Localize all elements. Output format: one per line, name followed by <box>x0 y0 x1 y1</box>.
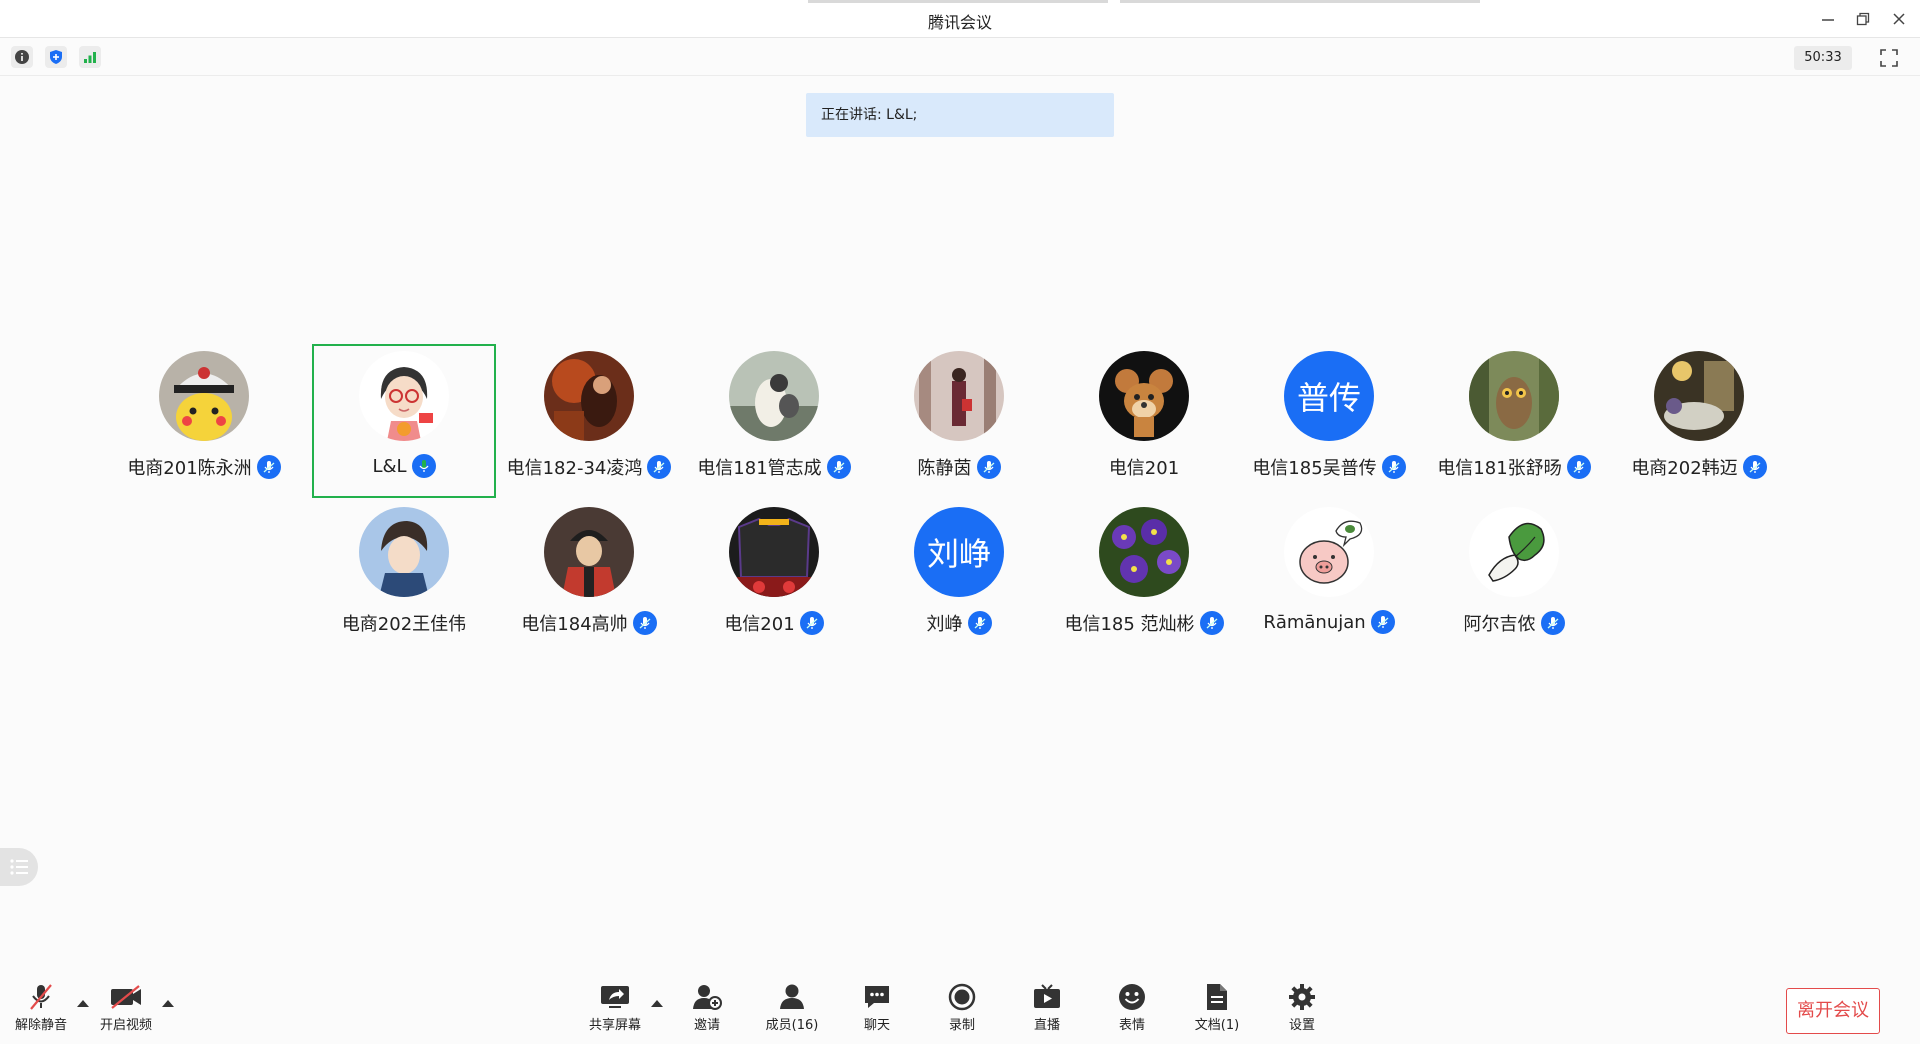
participant-tile[interactable]: 电商202韩迈 <box>1607 344 1791 498</box>
initials-avatar: 普传 <box>1284 351 1374 441</box>
mic-icon <box>1742 455 1767 479</box>
mic-speaking-icon <box>411 454 436 478</box>
participant-tile[interactable]: 阿尔吉侬 <box>1422 500 1606 654</box>
photo-avatar <box>729 351 819 441</box>
members-icon <box>775 982 809 1012</box>
security-shield-icon[interactable] <box>45 46 67 68</box>
owl-avatar <box>1469 351 1559 441</box>
initials-avatar: 刘峥 <box>914 507 1004 597</box>
participant-name: 电信185吴普传 <box>1252 458 1377 479</box>
members-button[interactable]: 成员(16) <box>757 982 827 1038</box>
mic-icon <box>967 611 992 635</box>
share-options-caret[interactable] <box>651 1000 663 1007</box>
title-shadow <box>808 0 1108 3</box>
start-video-label: 开启视频 <box>99 1018 152 1033</box>
participant-tile[interactable]: 电商201陈永洲 <box>112 344 296 498</box>
meeting-info-icon[interactable] <box>11 46 33 68</box>
participant-name: 电信185 范灿彬 <box>1064 614 1195 635</box>
participant-name: 电信181张舒旸 <box>1437 458 1562 479</box>
share-screen-button[interactable]: 共享屏幕 <box>580 982 650 1038</box>
invite-label: 邀请 <box>693 1018 720 1033</box>
minimize-button[interactable] <box>1816 8 1840 30</box>
settings-button[interactable]: 设置 <box>1267 982 1337 1038</box>
participant-name-row: 电商202韩迈 <box>1567 454 1831 480</box>
fullscreen-icon[interactable] <box>1878 47 1900 69</box>
participant-name: 电商201陈永洲 <box>127 458 252 479</box>
participant-name: 阿尔吉侬 <box>1463 614 1536 635</box>
audio-options-caret[interactable] <box>77 1000 89 1007</box>
start-video-button[interactable]: 开启视频 <box>91 982 161 1038</box>
jersey-avatar <box>729 507 819 597</box>
participant-name: 电信201 <box>1108 458 1180 479</box>
photo-avatar <box>914 351 1004 441</box>
leave-meeting-button[interactable]: 离开会议 <box>1786 988 1880 1034</box>
network-signal-icon[interactable] <box>79 46 101 68</box>
pig-avatar <box>1284 507 1374 597</box>
mic-icon <box>976 455 1001 479</box>
photo-avatar <box>544 351 634 441</box>
gear-icon <box>1285 982 1319 1012</box>
title-shadow-right <box>1120 0 1480 3</box>
invite-button[interactable]: 邀请 <box>672 982 742 1038</box>
live-tv-icon <box>1030 982 1064 1012</box>
share-screen-label: 共享屏幕 <box>588 1018 641 1033</box>
window-title: 腾讯会议 <box>927 13 992 32</box>
add-user-icon <box>690 982 724 1012</box>
record-button[interactable]: 录制 <box>927 982 997 1038</box>
participant-name: L&L <box>372 455 407 477</box>
docs-button[interactable]: 文档(1) <box>1182 982 1252 1038</box>
video-off-icon <box>109 982 143 1012</box>
live-button[interactable]: 直播 <box>1012 982 1082 1038</box>
flowers-avatar <box>1099 507 1189 597</box>
title-bar: 腾讯会议 <box>0 0 1920 38</box>
chat-icon <box>860 982 894 1012</box>
reactions-label: 表情 <box>1118 1018 1145 1033</box>
photo-avatar <box>1654 351 1744 441</box>
live-label: 直播 <box>1033 1018 1060 1033</box>
bottom-toolbar: 解除静音 开启视频 共享屏幕 邀请 成员(16) 聊天 录制 直播 表情 文档(… <box>0 972 1920 1044</box>
smiley-icon <box>1115 982 1149 1012</box>
jerry-avatar <box>1099 351 1189 441</box>
participant-name: 电信181管志成 <box>697 458 822 479</box>
members-label: 成员(16) <box>765 1018 819 1033</box>
mic-muted-icon <box>24 982 58 1012</box>
settings-label: 设置 <box>1288 1018 1315 1033</box>
close-button[interactable] <box>1887 8 1911 30</box>
mic-icon <box>1540 611 1565 635</box>
participant-name: 电商202韩迈 <box>1631 458 1738 479</box>
record-icon <box>945 982 979 1012</box>
participant-name: 电信182-34凌鸿 <box>506 458 643 479</box>
participant-name: 电商202王佳伟 <box>341 614 467 635</box>
chat-label: 聊天 <box>863 1018 890 1033</box>
info-bar: 50:33 <box>0 38 1920 76</box>
cabbage-avatar <box>1469 507 1559 597</box>
participant-name: Rāmānujan <box>1263 611 1366 633</box>
unmute-label: 解除静音 <box>14 1018 67 1033</box>
participant-name-row: 阿尔吉侬 <box>1382 610 1646 636</box>
list-icon <box>10 859 28 875</box>
docs-label: 文档(1) <box>1194 1018 1240 1033</box>
pikachu-avatar <box>159 351 249 441</box>
restore-button[interactable] <box>1851 8 1875 30</box>
meeting-timer: 50:33 <box>1794 46 1852 70</box>
list-toggle-button[interactable] <box>0 848 38 886</box>
participant-name: 电信184高帅 <box>521 614 628 635</box>
share-screen-icon <box>598 982 632 1012</box>
participant-name: 陈静茵 <box>917 458 972 479</box>
participant-name: 电信201 <box>724 614 795 635</box>
reactions-button[interactable]: 表情 <box>1097 982 1167 1038</box>
mic-icon <box>799 611 824 635</box>
speaking-indicator: 正在讲话: L&L; <box>806 93 1114 137</box>
anime-avatar <box>359 507 449 597</box>
participant-name: 刘峥 <box>926 614 963 635</box>
chat-button[interactable]: 聊天 <box>842 982 912 1038</box>
unmute-button[interactable]: 解除静音 <box>6 982 76 1038</box>
record-label: 录制 <box>948 1018 975 1033</box>
document-icon <box>1200 982 1234 1012</box>
cartoon-girl-avatar <box>359 351 449 441</box>
anime-avatar <box>544 507 634 597</box>
video-options-caret[interactable] <box>162 1000 174 1007</box>
